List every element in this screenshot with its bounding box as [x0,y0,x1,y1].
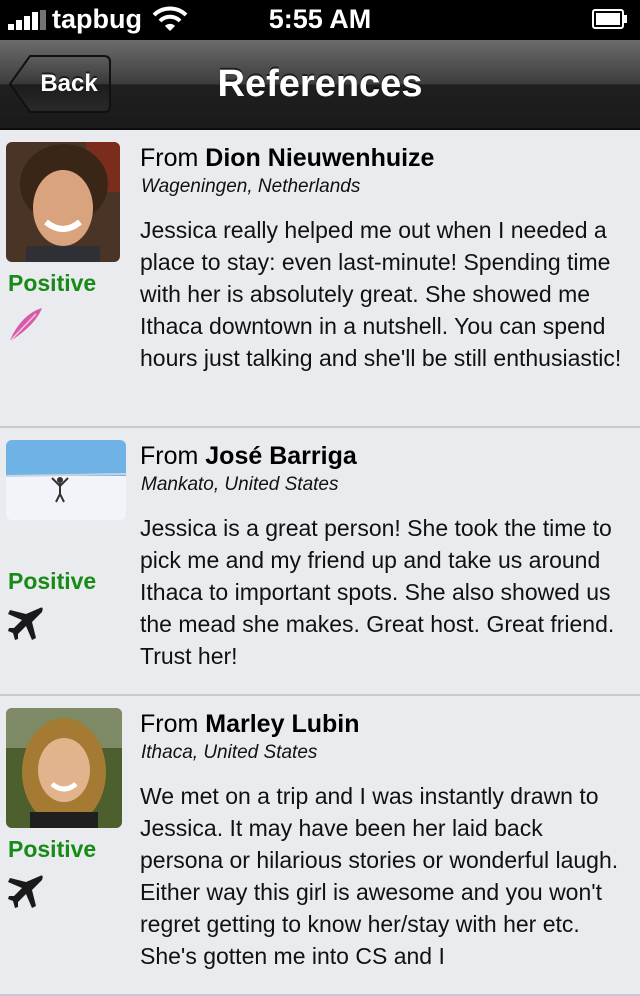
references-list[interactable]: Positive From Dion Nieuwenhuize Wagening… [0,130,640,996]
status-bar: tapbug 5:55 AM [0,0,640,40]
avatar [6,440,126,520]
reference-location: Mankato, United States [141,474,339,495]
rating-label: Positive [8,836,97,862]
navigation-bar: References Back [0,40,640,130]
reference-author-name[interactable]: Marley Lubin [205,710,359,738]
reference-row[interactable]: Positive From José Barriga Mankato, Unit… [0,428,640,696]
reference-text: Jessica is a great person! She took the … [140,515,615,669]
from-prefix: From [140,710,199,738]
reference-row[interactable]: Positive From Marley Lubin Ithaca, Unite… [0,696,640,996]
reference-from: From Marley Lubin [140,710,359,739]
airplane-icon [8,875,43,908]
feather-icon [10,308,42,341]
from-prefix: From [140,144,199,172]
reference-author-name[interactable]: José Barriga [205,442,356,470]
back-button-label: Back [40,70,98,97]
reference-from: From Dion Nieuwenhuize [140,144,434,173]
back-button[interactable]: Back [8,54,112,114]
battery-icon [592,9,627,29]
reference-text: We met on a trip and I was instantly dra… [140,783,619,969]
clock: 5:55 AM [268,4,372,34]
rating-label: Positive [8,568,97,594]
airplane-icon [8,607,43,640]
reference-location: Wageningen, Netherlands [141,176,361,197]
avatar [6,142,120,262]
reference-location: Ithaca, United States [141,742,318,763]
avatar [6,708,122,828]
reference-row[interactable]: Positive From Dion Nieuwenhuize Wagening… [0,130,640,428]
reference-author-name[interactable]: Dion Nieuwenhuize [205,144,434,172]
reference-text: Jessica really helped me out when I need… [140,217,622,371]
reference-from: From José Barriga [140,442,357,471]
rating-label: Positive [8,270,97,296]
from-prefix: From [140,442,199,470]
